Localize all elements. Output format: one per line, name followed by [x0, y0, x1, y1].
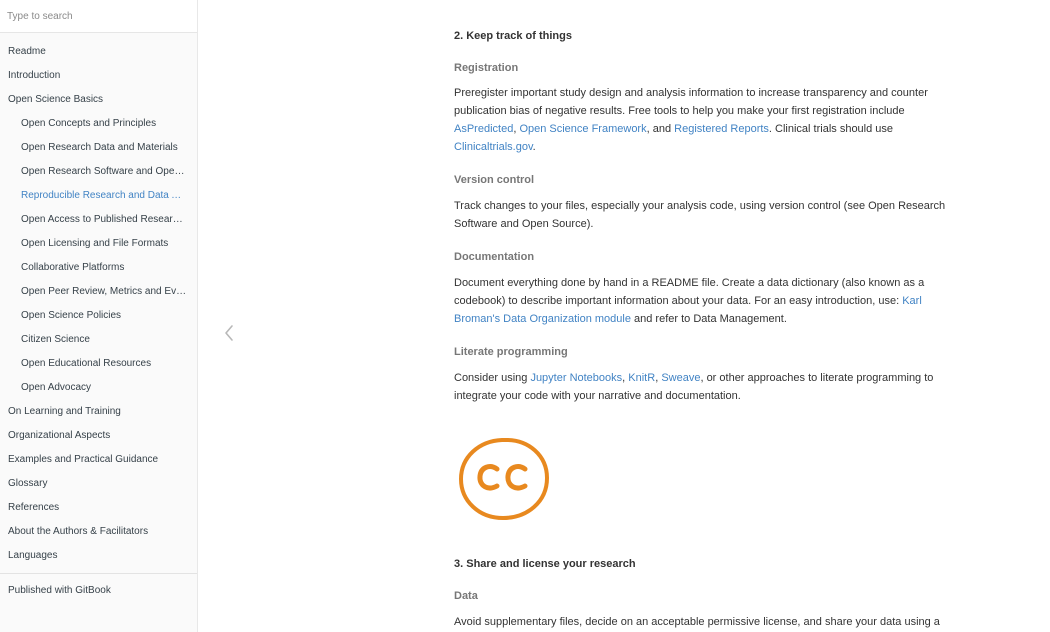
sidebar-item-collaborative-platforms[interactable]: Collaborative Platforms	[0, 256, 197, 280]
sidebar-item-open-advocacy[interactable]: Open Advocacy	[0, 376, 197, 400]
sidebar-item-references[interactable]: References	[0, 496, 197, 520]
link-registered-reports[interactable]: Registered Reports	[674, 123, 769, 135]
search-bar	[0, 0, 197, 33]
published-with-gitbook-link[interactable]: Published with GitBook	[0, 579, 197, 603]
section-heading-share-license: 3. Share and license your research	[454, 558, 636, 570]
sidebar-item-open-peer-review[interactable]: Open Peer Review, Metrics and Evaluation	[0, 280, 197, 304]
sidebar-item-open-science-policies[interactable]: Open Science Policies	[0, 304, 197, 328]
registration-text: Preregister important study design and a…	[454, 87, 928, 117]
paragraph-data: Avoid supplementary files, decide on an …	[454, 616, 940, 628]
sidebar-item-open-research-data[interactable]: Open Research Data and Materials	[0, 136, 197, 160]
subheading-data: Data	[454, 590, 478, 602]
sidebar-item-open-access[interactable]: Open Access to Published Research Result…	[0, 208, 197, 232]
subheading-literate-programming: Literate programming	[454, 346, 568, 358]
link-open-science-framework[interactable]: Open Science Framework	[519, 123, 646, 135]
subheading-version-control: Version control	[454, 174, 535, 186]
sidebar-item-examples-guidance[interactable]: Examples and Practical Guidance	[0, 448, 197, 472]
registration-text: .	[532, 141, 536, 153]
sidebar-item-open-science-basics[interactable]: Open Science Basics	[0, 88, 197, 112]
chevron-left-icon	[225, 325, 233, 341]
paragraph-version-control: Track changes to your files, especially …	[454, 200, 946, 230]
sidebar-item-introduction[interactable]: Introduction	[0, 64, 197, 88]
sidebar-item-readme[interactable]: Readme	[0, 40, 197, 64]
sidebar-item-glossary[interactable]: Glossary	[0, 472, 197, 496]
sidebar-item-languages[interactable]: Languages	[0, 544, 197, 568]
paragraph-registration: Preregister important study design and a…	[454, 84, 950, 156]
sidebar-divider	[0, 573, 197, 574]
subheading-documentation: Documentation	[454, 251, 535, 263]
sidebar-item-reproducible-research[interactable]: Reproducible Research and Data Analysis	[0, 184, 197, 208]
documentation-text: and refer to Data Management.	[630, 313, 787, 325]
link-clinicaltrials[interactable]: Clinicaltrials.gov	[454, 141, 533, 153]
previous-page-button[interactable]	[218, 318, 240, 348]
sidebar-item-organizational-aspects[interactable]: Organizational Aspects	[0, 424, 197, 448]
paragraph-documentation: Document everything done by hand in a RE…	[454, 274, 950, 328]
paragraph-literate-programming: Consider using Jupyter Notebooks, KnitR,…	[454, 369, 950, 405]
sidebar-item-open-research-software[interactable]: Open Research Software and Open Source	[0, 160, 197, 184]
section-heading-keep-track: 2. Keep track of things	[454, 30, 572, 42]
documentation-text: Document everything done by hand in a RE…	[454, 277, 925, 307]
link-knitr[interactable]: KnitR	[628, 372, 655, 384]
creative-commons-logo-icon	[458, 437, 550, 521]
literate-text: Consider using	[454, 372, 531, 384]
table-of-contents: Readme Introduction Open Science Basics …	[0, 33, 197, 568]
subheading-registration: Registration	[454, 62, 519, 74]
sidebar-item-open-licensing[interactable]: Open Licensing and File Formats	[0, 232, 197, 256]
sidebar-item-learning-training[interactable]: On Learning and Training	[0, 400, 197, 424]
search-input[interactable]	[7, 10, 190, 22]
link-sweave[interactable]: Sweave	[661, 372, 700, 384]
link-aspredicted[interactable]: AsPredicted	[454, 123, 513, 135]
sidebar: Readme Introduction Open Science Basics …	[0, 0, 198, 632]
sidebar-item-about-authors[interactable]: About the Authors & Facilitators	[0, 520, 197, 544]
registration-text: . Clinical trials should use	[768, 123, 894, 135]
sidebar-item-citizen-science[interactable]: Citizen Science	[0, 328, 197, 352]
sidebar-item-open-educational-resources[interactable]: Open Educational Resources	[0, 352, 197, 376]
sidebar-item-open-concepts[interactable]: Open Concepts and Principles	[0, 112, 197, 136]
separator: , and	[646, 123, 675, 135]
link-jupyter-notebooks[interactable]: Jupyter Notebooks	[530, 372, 622, 384]
